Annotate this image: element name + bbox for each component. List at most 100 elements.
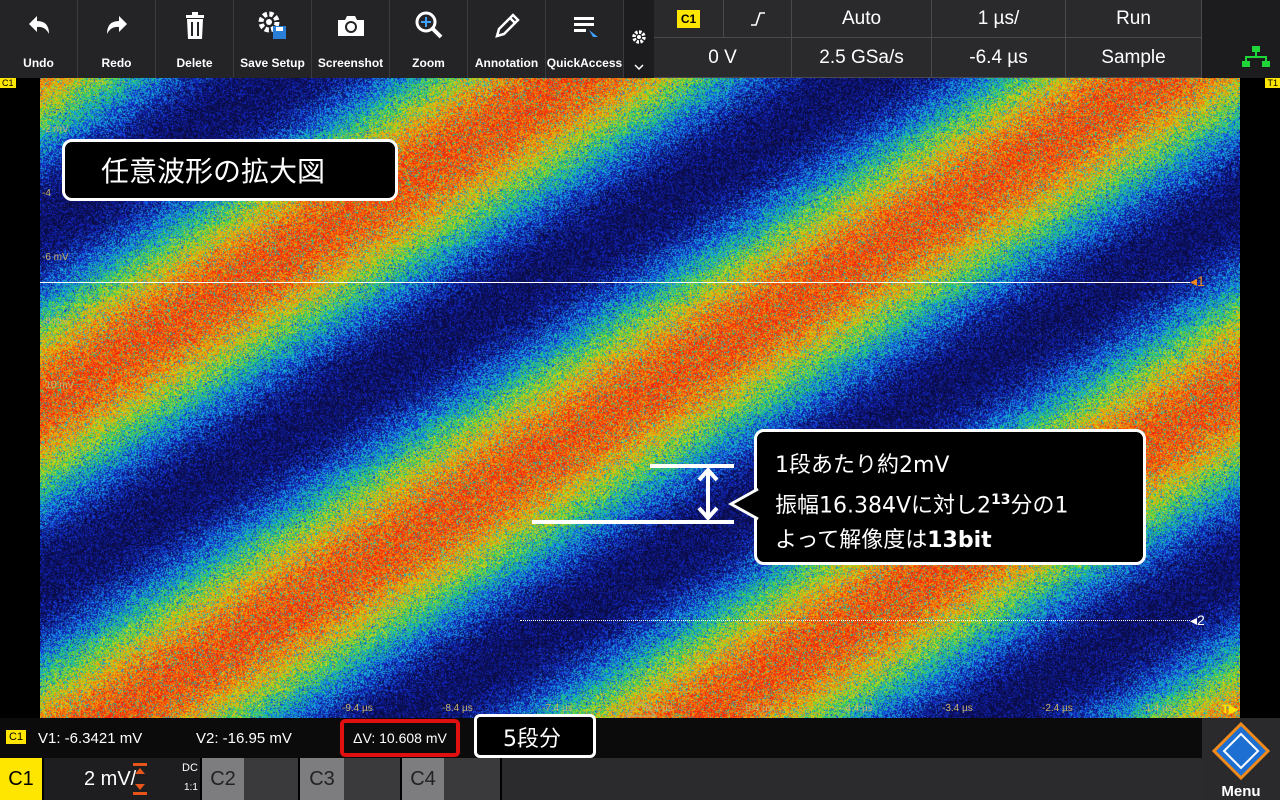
right-margin: T1 [1240,78,1280,718]
zoom-icon [415,11,442,39]
status-channel-badge: C1 [6,730,27,744]
trigger-level[interactable]: 0 V [654,38,792,78]
channel-bar-empty [502,758,1202,800]
channel-c4-tab[interactable]: C4 [402,758,502,800]
screenshot-button[interactable]: Screenshot [312,0,390,78]
title-text: 任意波形の拡大図 [101,155,326,188]
cursor-2-line[interactable] [520,620,1190,621]
redo-label: Redo [101,56,132,70]
trigger-source[interactable]: C1 [654,0,724,38]
undo-label: Undo [23,56,54,70]
x-label: -4.4 µs [842,703,873,714]
callout-pointer [728,487,760,521]
scale-adjust-icon[interactable] [132,762,148,796]
step-upper-line [650,464,734,468]
gear-save-icon [258,11,286,39]
resolution-callout: 1段あたり約2mV 振幅16.384Vに対し213分の1 よって解像度は13bi… [754,429,1146,565]
left-margin: C1 [0,78,40,718]
annotation-label: Annotation [474,56,539,70]
delete-button[interactable]: Delete [156,0,234,78]
quick-access-button[interactable]: QuickAccess [546,0,624,78]
zoom-label: Zoom [412,56,445,70]
timebase-value: 1 µs/ [977,7,1020,29]
x-label: -2.4 µs [1042,703,1073,714]
trigger-slope[interactable] [724,0,792,38]
t-corner-badge: T1 [1265,78,1280,88]
redo-button[interactable]: Redo [78,0,156,78]
callout-line-3: よって解像度は13bit [775,523,1143,558]
zoom-button[interactable]: Zoom [390,0,468,78]
channel-c3-tab[interactable]: C3 [300,758,402,800]
delta-v-value: ΔV: 10.608 mV [353,730,447,746]
trigger-level-value: 0 V [708,46,737,68]
channel-c1-scale: 2 mV/ [84,768,137,790]
trigger-position-marker [624,700,658,717]
trash-icon [185,12,204,39]
cursor-v2-readout: V2: -16.95 mV [196,730,292,747]
run-state[interactable]: Run [1066,0,1202,38]
cursor-1-marker[interactable]: ◂1 [1190,273,1205,290]
callout-line-2: 振幅16.384Vに対し213分の1 [775,483,1143,523]
horizontal-position[interactable]: -6.4 µs [932,38,1066,78]
x-label: -8.4 µs [442,703,473,714]
c1-corner-badge: C1 [0,78,16,88]
channel-c3-label: C3 [300,758,344,800]
undo-button[interactable]: Undo [0,0,78,78]
y-label: -8 mV [42,316,69,327]
channel-bar: C1 2 mV/ DC 1:1 C2 C3 C4 [0,758,1280,800]
callout-line-1: 1段あたり約2mV [775,453,950,478]
menu-label: Menu [1221,783,1261,800]
cursor-2-marker[interactable]: ◂2 [1190,612,1205,629]
callout-line-2-suffix: 分の1 [1010,493,1069,519]
delta-v-readout: ΔV: 10.608 mV [340,719,460,757]
channel-c2-tab[interactable]: C2 [202,758,300,800]
toolbar: Undo Redo Delete Save Setup Screenshot Z… [0,0,1280,78]
step-arrow-icon [697,468,719,520]
undo-icon [28,16,49,34]
channel-c2-label: C2 [202,758,244,800]
sample-rate-value: 2.5 GSa/s [819,46,904,68]
network-icon [1242,46,1270,67]
trigger-marker: T▶ [1221,702,1238,716]
trigger-mode-value: Auto [841,7,882,29]
channel-c1-tab[interactable]: C1 [0,758,44,800]
steps-callout: 5段分 [474,714,596,758]
callout-line-2-exponent: 13 [991,492,1011,508]
channel-c1-settings[interactable]: 2 mV/ DC 1:1 [44,758,202,800]
run-state-value: Run [1116,7,1151,29]
trigger-mode[interactable]: Auto [792,0,932,38]
y-label: -10 mV [42,380,75,391]
step-lower-line [532,520,734,524]
save-setup-button[interactable]: Save Setup [234,0,312,78]
channel-c1-label: C1 [8,767,34,790]
channel-c1-ratio: 1:1 [184,782,198,793]
x-label: -9.4 µs [342,703,373,714]
sample-rate[interactable]: 2.5 GSa/s [792,38,932,78]
chevron-down-icon [634,64,644,70]
y-label: -6 mV [42,252,69,263]
cursor-2-label: 2 [1197,612,1205,628]
pencil-icon [494,13,520,38]
annotation-button[interactable]: Annotation [468,0,546,78]
x-label: -7.4 µs [542,703,573,714]
acquire-mode[interactable]: Sample [1066,38,1202,78]
callout-line-3-prefix: よって解像度は [775,528,928,554]
rising-edge-icon [750,11,765,26]
callout-line-2-prefix: 振幅16.384Vに対し2 [775,493,992,519]
menu-button[interactable]: Menu [1202,718,1280,800]
cursor-1-line[interactable] [40,282,1190,283]
cursor-1-label: 1 [1197,273,1205,289]
redo-icon [106,16,127,34]
settings-button[interactable] [624,0,654,78]
trigger-source-badge: C1 [676,9,701,28]
horizontal-position-value: -6.4 µs [969,46,1028,68]
camera-icon [337,16,364,36]
x-label: -1.4 µs [1142,703,1173,714]
acquire-mode-value: Sample [1101,46,1166,68]
steps-text: 5段分 [503,727,561,752]
timebase[interactable]: 1 µs/ [932,0,1066,38]
rs-logo-icon [1212,722,1270,780]
cursor-v1-readout: V1: -6.3421 mV [38,730,143,747]
delete-label: Delete [176,56,213,70]
network-status[interactable] [1202,0,1280,78]
